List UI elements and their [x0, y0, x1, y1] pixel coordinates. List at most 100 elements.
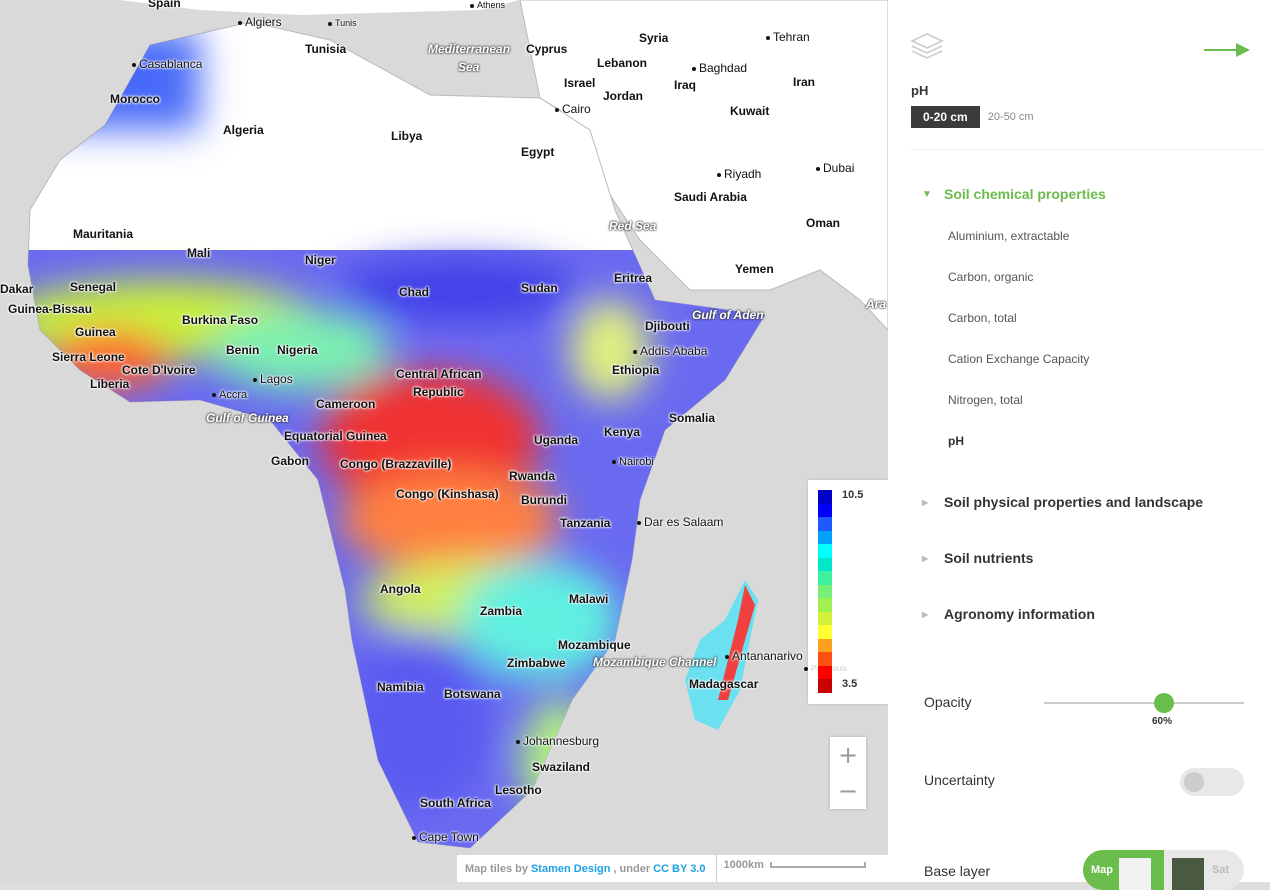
country-label: Kuwait [730, 104, 770, 118]
category-label: Soil nutrients [944, 550, 1034, 566]
country-label: Equatorial Guinea [284, 429, 387, 443]
layers-icon[interactable] [910, 32, 944, 67]
city-label: Cairo [555, 102, 591, 116]
attribution-text: , under [613, 862, 651, 875]
country-label: Central African [396, 367, 482, 381]
country-label: Saudi Arabia [674, 190, 747, 204]
sea-label: Mediterranean [428, 42, 511, 56]
country-label: Iraq [674, 78, 697, 92]
stamen-link[interactable]: Stamen Design [531, 863, 610, 875]
city-label: Athens [470, 0, 505, 10]
slider-handle[interactable] [1154, 693, 1174, 713]
depth-0-20-button[interactable]: 0-20 cm [911, 106, 980, 128]
city-label: Tunis [328, 18, 357, 28]
city-label: Johannesburg [516, 734, 599, 748]
country-label: Nigeria [277, 343, 318, 357]
category-soil-chemical[interactable]: ▼ Soil chemical properties [922, 186, 1106, 202]
country-label: Senegal [70, 280, 117, 294]
triangle-right-icon: ▶ [922, 553, 929, 563]
country-label: Spain [148, 0, 181, 10]
country-label: Zimbabwe [507, 656, 566, 670]
country-label: Zambia [480, 604, 523, 618]
city-label: Cape Town [412, 830, 479, 844]
city-label: Addis Ababa [633, 344, 707, 358]
divider [911, 149, 1264, 150]
city-label: Dar es Salaam [637, 515, 723, 529]
layer-item-ph[interactable]: pH [948, 434, 964, 448]
country-label: Mauritania [73, 227, 134, 241]
legend-swatch [818, 530, 832, 545]
country-label: Tanzania [560, 516, 611, 530]
country-label: Uganda [534, 433, 579, 447]
legend-swatch [818, 611, 832, 626]
country-label: South Africa [420, 796, 491, 810]
category-label: Soil physical properties and landscape [944, 494, 1204, 510]
country-label: Jordan [603, 89, 644, 103]
legend-swatch [818, 652, 832, 666]
opacity-value: 60% [1152, 716, 1173, 727]
country-label: Liberia [90, 377, 130, 391]
city-label: Antananarivo [725, 649, 803, 663]
country-label: Republic [413, 385, 464, 399]
country-label: Ethiopia [612, 363, 660, 377]
map[interactable]: Spain Algiers Tunis Athens Tunisia Medit… [0, 0, 888, 882]
country-label: Lebanon [597, 56, 647, 70]
country-label: Tunisia [305, 42, 347, 56]
legend-swatch [818, 544, 832, 558]
depth-20-50-button[interactable]: 20-50 cm [988, 111, 1034, 123]
opacity-slider[interactable]: 60% [1044, 693, 1244, 727]
layer-item-aluminium[interactable]: Aluminium, extractable [948, 229, 1069, 243]
country-label: Kenya [604, 425, 641, 439]
base-layer-sat-option[interactable]: Sat [1164, 850, 1229, 890]
city-label: Tehran [766, 30, 810, 44]
category-agronomy[interactable]: ▶ Agronomy information [922, 606, 1095, 622]
country-label: Burundi [521, 493, 567, 507]
legend-swatch [818, 584, 832, 599]
base-layer-map-option[interactable]: Map [1083, 850, 1164, 890]
country-label: Guinea-Bissau [8, 302, 93, 316]
legend-swatch [818, 679, 832, 693]
country-label: Libya [391, 129, 423, 143]
country-label: Chad [399, 285, 429, 299]
country-label: Benin [226, 343, 260, 357]
country-label: Malawi [569, 592, 609, 606]
country-label: Sudan [521, 281, 558, 295]
legend-max: 10.5 [842, 489, 864, 501]
country-label: Mali [187, 246, 211, 260]
category-soil-physical[interactable]: ▶ Soil physical properties and landscape [922, 494, 1204, 510]
layer-item-nitrogen[interactable]: Nitrogen, total [948, 393, 1023, 407]
layer-item-cec[interactable]: Cation Exchange Capacity [948, 352, 1089, 366]
country-label: Syria [639, 31, 669, 45]
country-label: Iran [793, 75, 816, 89]
attribution: Map tiles by Stamen Design, under CC BY 3.… [457, 855, 888, 882]
layer-item-carbon-total[interactable]: Carbon, total [948, 311, 1017, 325]
country-label: Egypt [521, 145, 555, 159]
base-layer-label: Base layer [924, 863, 991, 879]
country-label: Algeria [223, 123, 264, 137]
country-label: Oman [806, 216, 841, 230]
zoom-in-button[interactable]: + [830, 737, 866, 773]
sea-label: Gulf of Aden [692, 308, 764, 322]
opacity-label: Opacity [924, 694, 972, 710]
category-soil-nutrients[interactable]: ▶ Soil nutrients [922, 550, 1034, 566]
zoom-out-button[interactable]: − [830, 773, 866, 809]
option-label: Map [1091, 864, 1113, 876]
city-label: Accra [212, 389, 247, 401]
layer-item-carbon-organic[interactable]: Carbon, organic [948, 270, 1033, 284]
country-label: Morocco [110, 92, 161, 106]
city-label: Algiers [238, 15, 282, 29]
zoom-control: + − [830, 737, 866, 809]
country-label: Guinea [75, 325, 116, 339]
country-label: Mozambique [558, 638, 631, 652]
arrow-right-icon[interactable] [1204, 40, 1252, 65]
license-link[interactable]: CC BY 3.0 [653, 863, 705, 875]
country-label: Madagascar [689, 677, 759, 691]
uncertainty-toggle[interactable] [1180, 768, 1244, 796]
category-label: Agronomy information [944, 606, 1095, 622]
city-label: Casablanca [132, 57, 202, 71]
country-label: Botswana [444, 687, 501, 701]
city-label: Riyadh [717, 167, 761, 181]
legend-swatch [818, 665, 832, 680]
city-label: Dakar [0, 282, 34, 296]
legend-swatch [818, 598, 832, 612]
